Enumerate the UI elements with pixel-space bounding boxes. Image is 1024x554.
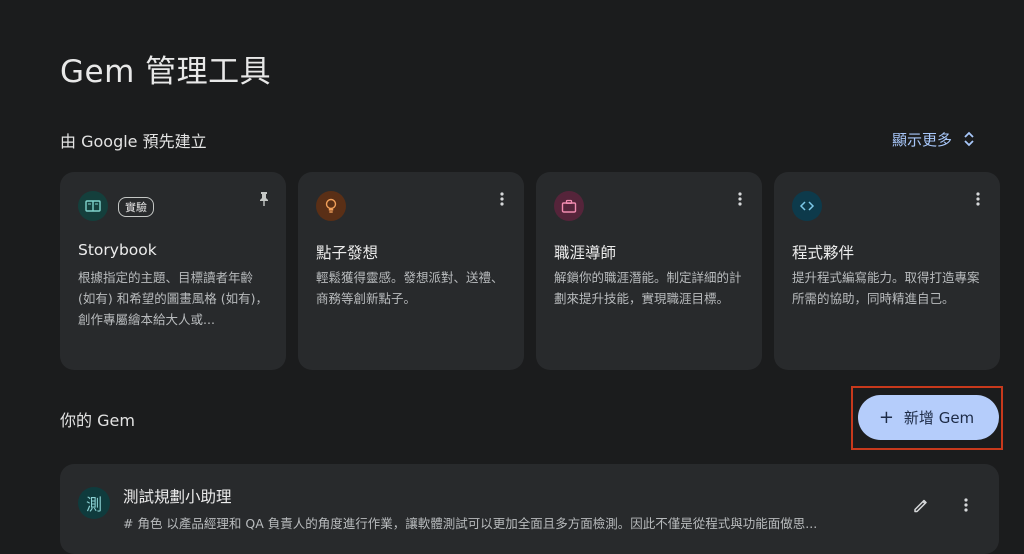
card-description: 提升程式編寫能力。取得打造專案所需的協助，同時精進自己。 [792,270,980,306]
experimental-badge: 實驗 [118,197,154,217]
pin-icon[interactable] [256,190,272,208]
card-title: Storybook [78,241,157,259]
premade-gem-cards: 實驗 Storybook 根據指定的主題、目標讀者年齡 (如有) 和希望的圖畫風… [60,172,1000,370]
new-gem-label: 新增 Gem [903,409,975,427]
book-icon [78,191,108,221]
page-title: Gem 管理工具 [60,54,272,90]
your-gems-section-title: 你的 Gem [60,411,135,430]
new-gem-button[interactable]: + 新增 Gem [858,395,999,440]
show-more-button[interactable]: 顯示更多 [892,128,976,150]
briefcase-icon [554,191,584,221]
gem-name: 測試規劃小助理 [123,488,232,506]
gem-card-brainstorm[interactable]: 點子發想 輕鬆獲得靈感。發想派對、送禮、商務等創新點子。 [298,172,524,370]
card-description: 根據指定的主題、目標讀者年齡 (如有) 和希望的圖畫風格 (如有)，創作專屬繪本… [78,270,268,327]
gem-card-career-coach[interactable]: 職涯導師 解鎖你的職涯潛能。制定詳細的計劃來提升技能，實現職涯目標。 [536,172,762,370]
gem-card-coding-partner[interactable]: 程式夥伴 提升程式編寫能力。取得打造專案所需的協助，同時精進自己。 [774,172,1000,370]
gem-avatar: 測 [78,487,110,519]
lightbulb-icon [316,191,346,221]
card-title: 程式夥伴 [792,244,855,262]
more-vert-icon[interactable] [970,190,986,208]
card-description: 輕鬆獲得靈感。發想派對、送禮、商務等創新點子。 [316,270,504,306]
gem-card-storybook[interactable]: 實驗 Storybook 根據指定的主題、目標讀者年齡 (如有) 和希望的圖畫風… [60,172,286,370]
edit-icon[interactable] [911,495,931,515]
card-title: 點子發想 [316,244,379,262]
more-vert-icon[interactable] [732,190,748,208]
gem-list-item[interactable]: 測 測試規劃小助理 # 角色 以產品經理和 QA 負責人的角度進行作業，讓軟體測… [60,464,999,554]
expand-icon [964,131,974,147]
code-icon [792,191,822,221]
premade-section-title: 由 Google 預先建立 [60,132,207,151]
more-vert-icon[interactable] [494,190,510,208]
plus-icon: + [878,407,894,428]
card-description: 解鎖你的職涯潛能。制定詳細的計劃來提升技能，實現職涯目標。 [554,270,742,306]
more-vert-icon[interactable] [957,495,975,515]
gem-description: # 角色 以產品經理和 QA 負責人的角度進行作業，讓軟體測試可以更加全面且多方… [123,516,818,531]
show-more-label: 顯示更多 [892,130,953,149]
card-title: 職涯導師 [554,244,617,262]
